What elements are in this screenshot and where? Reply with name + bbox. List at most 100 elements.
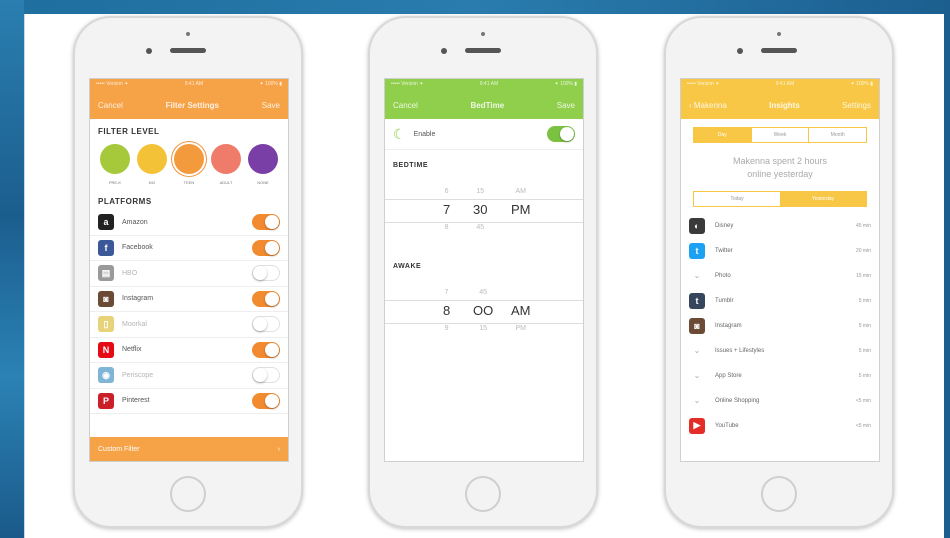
ampm-wheel[interactable]: AM PM: [511, 175, 531, 222]
platform-toggle[interactable]: [252, 265, 280, 282]
usage-time: <5 min: [855, 397, 871, 404]
picker-value: PM: [515, 325, 527, 332]
home-button[interactable]: [761, 476, 797, 512]
phone-filter-settings: ••••• Verizon ✦ 9:41 AM ✦ 100% ▮ Cancel …: [73, 16, 303, 528]
platform-row-amazon: a Amazon: [90, 210, 288, 236]
picker-value: 6: [444, 188, 449, 195]
picker-value: 9: [444, 325, 449, 332]
filter-level-circle[interactable]: [211, 144, 241, 174]
settings-button[interactable]: Settings: [842, 101, 871, 110]
filter-level-adult[interactable]: ADULT: [209, 144, 243, 185]
tab-day[interactable]: Day: [694, 128, 752, 142]
usage-row[interactable]: ◐ Disney 45 min: [681, 213, 879, 238]
home-button[interactable]: [170, 476, 206, 512]
filter-level-label: TEEN: [183, 180, 195, 185]
platform-toggle[interactable]: [252, 341, 280, 358]
selected-ampm: PM: [511, 202, 531, 217]
usage-row[interactable]: ⌄ App Store 5 min: [681, 363, 879, 388]
phone-insights: ••••• Verizon ✦ 9:41 AM ✦ 100% ▮ ‹ Maken…: [664, 16, 894, 528]
platform-toggle[interactable]: [252, 214, 280, 231]
usage-row[interactable]: ▶ YouTube <5 min: [681, 413, 879, 438]
platform-toggle[interactable]: [252, 239, 280, 256]
hbo-icon: ▤: [98, 265, 114, 282]
tab-today[interactable]: Today: [694, 192, 780, 206]
filter-level-circle[interactable]: [248, 144, 278, 174]
platform-toggle[interactable]: [252, 316, 280, 333]
ampm-wheel[interactable]: AM PM: [511, 276, 531, 334]
usage-app-name: Online Shopping: [715, 397, 760, 404]
cancel-button[interactable]: Cancel: [98, 101, 123, 110]
chevron-down-icon[interactable]: ⌄: [689, 393, 705, 409]
usage-time: 5 min: [858, 322, 871, 329]
usage-row[interactable]: ⌄ Photo 15 min: [681, 263, 879, 288]
screen: ••••• Verizon ✦ 9:41 AM ✦ 100% ▮ ‹ Maken…: [680, 78, 880, 462]
filter-level-circle[interactable]: [137, 144, 167, 174]
chevron-down-icon[interactable]: ⌄: [689, 268, 705, 284]
filter-level-label: NONE: [257, 180, 269, 185]
battery: ✦ 100% ▮: [554, 81, 577, 87]
selected-hour: 7: [443, 202, 451, 217]
filter-level-teen[interactable]: TEEN: [172, 144, 206, 185]
save-button[interactable]: Save: [262, 101, 280, 110]
minute-wheel[interactable]: 45 OO 15: [473, 276, 493, 334]
periscope-icon: ◉: [98, 367, 114, 384]
chevron-down-icon[interactable]: ⌄: [689, 368, 705, 384]
instagram-icon: ◙: [98, 290, 114, 307]
phone-sensor: [186, 32, 190, 36]
day-segmented-control: Today Yesterday: [693, 191, 867, 207]
filter-level-kid[interactable]: KID: [135, 144, 169, 185]
chevron-down-icon[interactable]: ⌄: [689, 343, 705, 359]
phone-bedtime: ••••• Verizon ✦ 9:41 AM ✦ 100% ▮ Cancel …: [368, 16, 598, 528]
platform-toggle[interactable]: [252, 290, 280, 307]
platform-name: HBO: [122, 269, 138, 277]
selected-hour: 8: [443, 303, 451, 318]
filter-level-none[interactable]: NONE: [246, 144, 280, 185]
platform-list: a Amazon f Facebook ▤ HBO ◙ Instagram ▯ Moorkal N N…: [90, 210, 288, 414]
filter-level-pre-k[interactable]: PRE-K: [98, 144, 132, 185]
filter-level-circle[interactable]: [174, 144, 204, 174]
hour-wheel[interactable]: 6 7 8: [443, 175, 450, 233]
usage-app-name: Disney: [715, 222, 734, 229]
custom-filter-label: Custom Filter: [98, 445, 140, 453]
usage-row[interactable]: ◙ Instagram 5 min: [681, 313, 879, 338]
awake-picker[interactable]: 7 8 9 45 OO 15 AM PM: [385, 276, 583, 346]
tab-yesterday[interactable]: Yesterday: [780, 192, 866, 206]
platform-row-hbo: ▤ HBO: [90, 261, 288, 287]
bedtime-title: BEDTIME: [393, 162, 428, 169]
pinterest-icon: P: [98, 392, 114, 409]
platform-toggle[interactable]: [252, 367, 280, 384]
home-button[interactable]: [465, 476, 501, 512]
phone-sensor: [481, 32, 485, 36]
custom-filter-button[interactable]: Custom Filter ›: [90, 437, 288, 461]
status-bar: ••••• Verizon ✦ 9:41 AM ✦ 100% ▮: [681, 79, 879, 91]
usage-time: 15 min: [855, 272, 871, 279]
usage-list: ◐ Disney 45 min t Twitter 20 min ⌄ Photo 15 min t…: [681, 213, 879, 438]
disney-icon: ◐: [689, 217, 705, 234]
range-segmented-control: Day Week Month: [693, 127, 867, 143]
usage-row[interactable]: ⌄ Online Shopping <5 min: [681, 388, 879, 413]
cancel-button[interactable]: Cancel: [393, 101, 418, 110]
usage-row[interactable]: ⌄ Issues + Lifestyles 5 min: [681, 338, 879, 363]
filter-level-title: FILTER LEVEL: [98, 127, 160, 136]
usage-app-name: Issues + Lifestyles: [715, 347, 765, 354]
phone-speaker: [170, 48, 206, 53]
background-right-strip: [944, 0, 950, 538]
usage-row[interactable]: t Twitter 20 min: [681, 238, 879, 263]
moon-icon: ☾: [393, 125, 406, 142]
platform-toggle[interactable]: [252, 392, 280, 409]
bedtime-picker[interactable]: 6 7 8 15 30 45 AM PM: [385, 175, 583, 245]
usage-row[interactable]: t Tumblr 5 min: [681, 288, 879, 313]
youtube-icon: ▶: [689, 417, 705, 434]
tab-month[interactable]: Month: [809, 128, 866, 142]
tab-week[interactable]: Week: [752, 128, 810, 142]
back-button[interactable]: ‹ Makenna: [689, 101, 727, 110]
filter-level-circle[interactable]: [100, 144, 130, 174]
phone-camera: [146, 48, 152, 54]
header: ••••• Verizon ✦ 9:41 AM ✦ 100% ▮ ‹ Maken…: [681, 79, 879, 119]
header: ••••• Verizon ✦ 9:41 AM ✦ 100% ▮ Cancel …: [90, 79, 288, 119]
save-button[interactable]: Save: [557, 101, 575, 110]
picker-value: 7: [444, 289, 449, 296]
enable-toggle[interactable]: [547, 126, 575, 142]
hour-wheel[interactable]: 7 8 9: [443, 276, 450, 334]
minute-wheel[interactable]: 15 30 45: [473, 175, 487, 233]
